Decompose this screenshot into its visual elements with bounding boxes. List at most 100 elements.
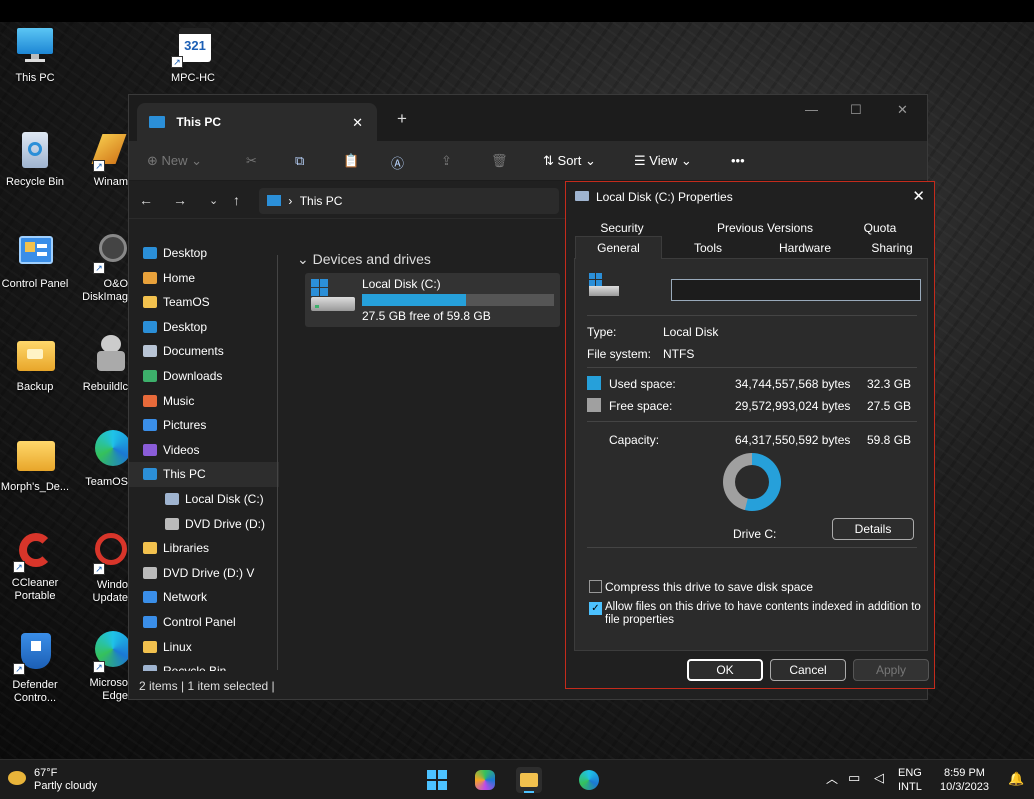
up-icon[interactable]: ↑ — [233, 192, 240, 208]
desktop-icon-winamp[interactable]: ↗ Winam — [70, 128, 128, 189]
close-icon[interactable]: ✕ — [897, 102, 908, 118]
paste-icon[interactable]: 📋 — [343, 153, 359, 169]
desktop-icon-edge[interactable]: ↗ Microso Edge — [70, 629, 128, 703]
tab-this-pc[interactable]: This PC ✕ — [137, 103, 377, 141]
rename-icon[interactable]: Ⓐ — [391, 153, 404, 172]
sidebar-item[interactable]: DVD Drive (D:) — [129, 512, 279, 537]
tab-row-top: Security Previous Versions Quota — [575, 218, 927, 238]
file-explorer-taskbar-icon[interactable] — [516, 767, 542, 793]
sidebar-item[interactable]: Local Disk (C:) — [129, 487, 279, 512]
sidebar-item[interactable]: Music — [129, 389, 279, 414]
view-button[interactable]: ☰ View ⌄ — [634, 153, 692, 169]
cut-icon[interactable]: ✂ — [246, 153, 257, 169]
sidebar-item[interactable]: Libraries — [129, 536, 279, 561]
sidebar-item[interactable]: Home — [129, 266, 279, 291]
sidebar-item-icon — [143, 369, 157, 382]
sidebar-item[interactable]: Linux — [129, 635, 279, 660]
notification-bell-icon[interactable]: 🔔 — [1008, 772, 1024, 786]
network-icon[interactable]: ▭ — [848, 771, 860, 785]
sidebar-item-label: Music — [163, 393, 195, 408]
disk-image-icon: ↗ — [77, 230, 127, 274]
show-hidden-icons-chevron-icon[interactable]: ︿ — [826, 772, 838, 786]
new-tab-button[interactable]: + — [397, 109, 407, 129]
sidebar-item[interactable]: DVD Drive (D:) V — [129, 561, 279, 586]
sidebar-item[interactable]: Downloads — [129, 364, 279, 389]
sidebar-item[interactable]: Videos — [129, 438, 279, 463]
cancel-button[interactable]: Cancel — [770, 659, 846, 681]
desktop-icon-mpc-hc[interactable]: 321 ↗ MPC-HC — [158, 24, 228, 85]
desktop-icon-windows-update[interactable]: ↗ Windo Update — [70, 531, 128, 605]
sidebar-item[interactable]: Desktop — [129, 241, 279, 266]
pane-divider — [277, 255, 278, 670]
index-label: Allow files on this drive to have conten… — [605, 601, 921, 613]
maximize-icon[interactable]: ☐ — [850, 102, 862, 118]
copilot-icon[interactable] — [472, 767, 498, 793]
close-tab-icon[interactable]: ✕ — [352, 115, 363, 131]
details-button[interactable]: Details — [832, 518, 914, 540]
tab-sharing[interactable]: Sharing — [857, 241, 927, 255]
delete-icon[interactable]: 🗑 — [491, 153, 508, 169]
tab-general[interactable]: General — [575, 236, 662, 259]
edge-taskbar-icon[interactable] — [576, 767, 602, 793]
sidebar-item[interactable]: Network — [129, 585, 279, 610]
desktop-icon-this-pc[interactable]: This PC — [0, 24, 70, 85]
desktop-icon-label: Morph's_De... — [0, 481, 70, 493]
language-indicator[interactable]: ENG INTL — [898, 766, 922, 794]
index-checkbox[interactable]: ✓ — [589, 602, 602, 615]
sidebar-item[interactable]: Pictures — [129, 413, 279, 438]
volume-name-input[interactable] — [671, 279, 921, 301]
drive-tile-c[interactable]: Local Disk (C:) 27.5 GB free of 59.8 GB — [305, 273, 560, 327]
compress-checkbox[interactable] — [589, 580, 602, 593]
sidebar-item-icon — [143, 296, 157, 309]
start-button[interactable] — [424, 767, 450, 793]
desktop-icon-control-panel[interactable]: Control Panel — [0, 230, 70, 291]
minimize-icon[interactable]: — — [805, 102, 818, 117]
mpc-hc-icon: 321 ↗ — [171, 24, 215, 68]
desktop-icon-backup[interactable]: Backup — [0, 333, 70, 394]
recent-locations-icon[interactable]: ⌄ — [209, 194, 218, 207]
address-input[interactable]: › This PC — [259, 188, 559, 214]
tab-hardware[interactable]: Hardware — [755, 241, 855, 255]
back-icon[interactable]: ← — [139, 192, 153, 208]
shortcut-arrow-icon: ↗ — [93, 160, 105, 172]
desktop-icon-teamos[interactable]: TeamOS — [70, 428, 128, 489]
more-options-button[interactable]: ••• — [731, 153, 745, 168]
desktop-icon-defender[interactable]: ↗ Defender Contro... — [0, 631, 70, 705]
close-icon[interactable]: ✕ — [912, 187, 925, 205]
sort-button[interactable]: ⇅ Sort ⌄ — [543, 153, 596, 169]
capacity-bytes: 64,317,550,592 bytes — [735, 433, 851, 447]
ok-button[interactable]: OK — [687, 659, 763, 681]
tab-security[interactable]: Security — [587, 221, 657, 235]
tab-previous-versions[interactable]: Previous Versions — [705, 221, 825, 235]
navigation-pane: Desktop Home TeamOS Desktop Documents Downloa… — [129, 241, 279, 671]
section-header[interactable]: ⌄ Devices and drives — [289, 241, 431, 268]
desktop-icon-rebuild[interactable]: Rebuildlc — [70, 333, 128, 394]
tab-tools[interactable]: Tools — [683, 241, 733, 255]
drive-usage-fill — [362, 294, 466, 306]
sidebar-item[interactable]: Documents — [129, 339, 279, 364]
apply-button[interactable]: Apply — [853, 659, 929, 681]
new-button[interactable]: ⊕ New ⌄ — [147, 153, 202, 169]
sidebar-item[interactable]: This PC — [129, 462, 279, 487]
sidebar-item[interactable]: Desktop — [129, 315, 279, 340]
desktop-icon-label: CCleaner — [11, 577, 59, 589]
forward-icon[interactable]: → — [173, 192, 187, 208]
sidebar-item[interactable]: Control Panel — [129, 610, 279, 635]
desktop-icon-ccleaner[interactable]: ↗ CCleaner Portable — [0, 529, 70, 603]
desktop-icon-label: DiskImag — [82, 291, 128, 303]
desktop-icon-oo-diskimage[interactable]: ↗ O&O DiskImag — [70, 230, 128, 304]
sidebar-item[interactable]: TeamOS — [129, 290, 279, 315]
top-black-band — [0, 0, 1034, 22]
desktop-icon-morphs[interactable]: Morph's_De... — [0, 433, 70, 494]
clock[interactable]: 8:59 PM 10/3/2023 — [940, 766, 989, 794]
sort-label: Sort — [557, 153, 582, 168]
used-space-bytes: 34,744,557,568 bytes — [735, 377, 851, 391]
speaker-muted-icon[interactable]: ◁ — [874, 771, 884, 785]
drive-name: Local Disk (C:) — [362, 277, 441, 291]
shortcut-arrow-icon: ↗ — [93, 661, 105, 673]
desktop-icon-recycle-bin[interactable]: Recycle Bin — [0, 128, 70, 189]
copy-icon[interactable]: ⧉ — [295, 153, 304, 169]
share-icon[interactable]: ⇪ — [441, 153, 452, 169]
tab-quota[interactable]: Quota — [845, 221, 915, 235]
sidebar-item[interactable]: Recycle Bin — [129, 659, 279, 671]
